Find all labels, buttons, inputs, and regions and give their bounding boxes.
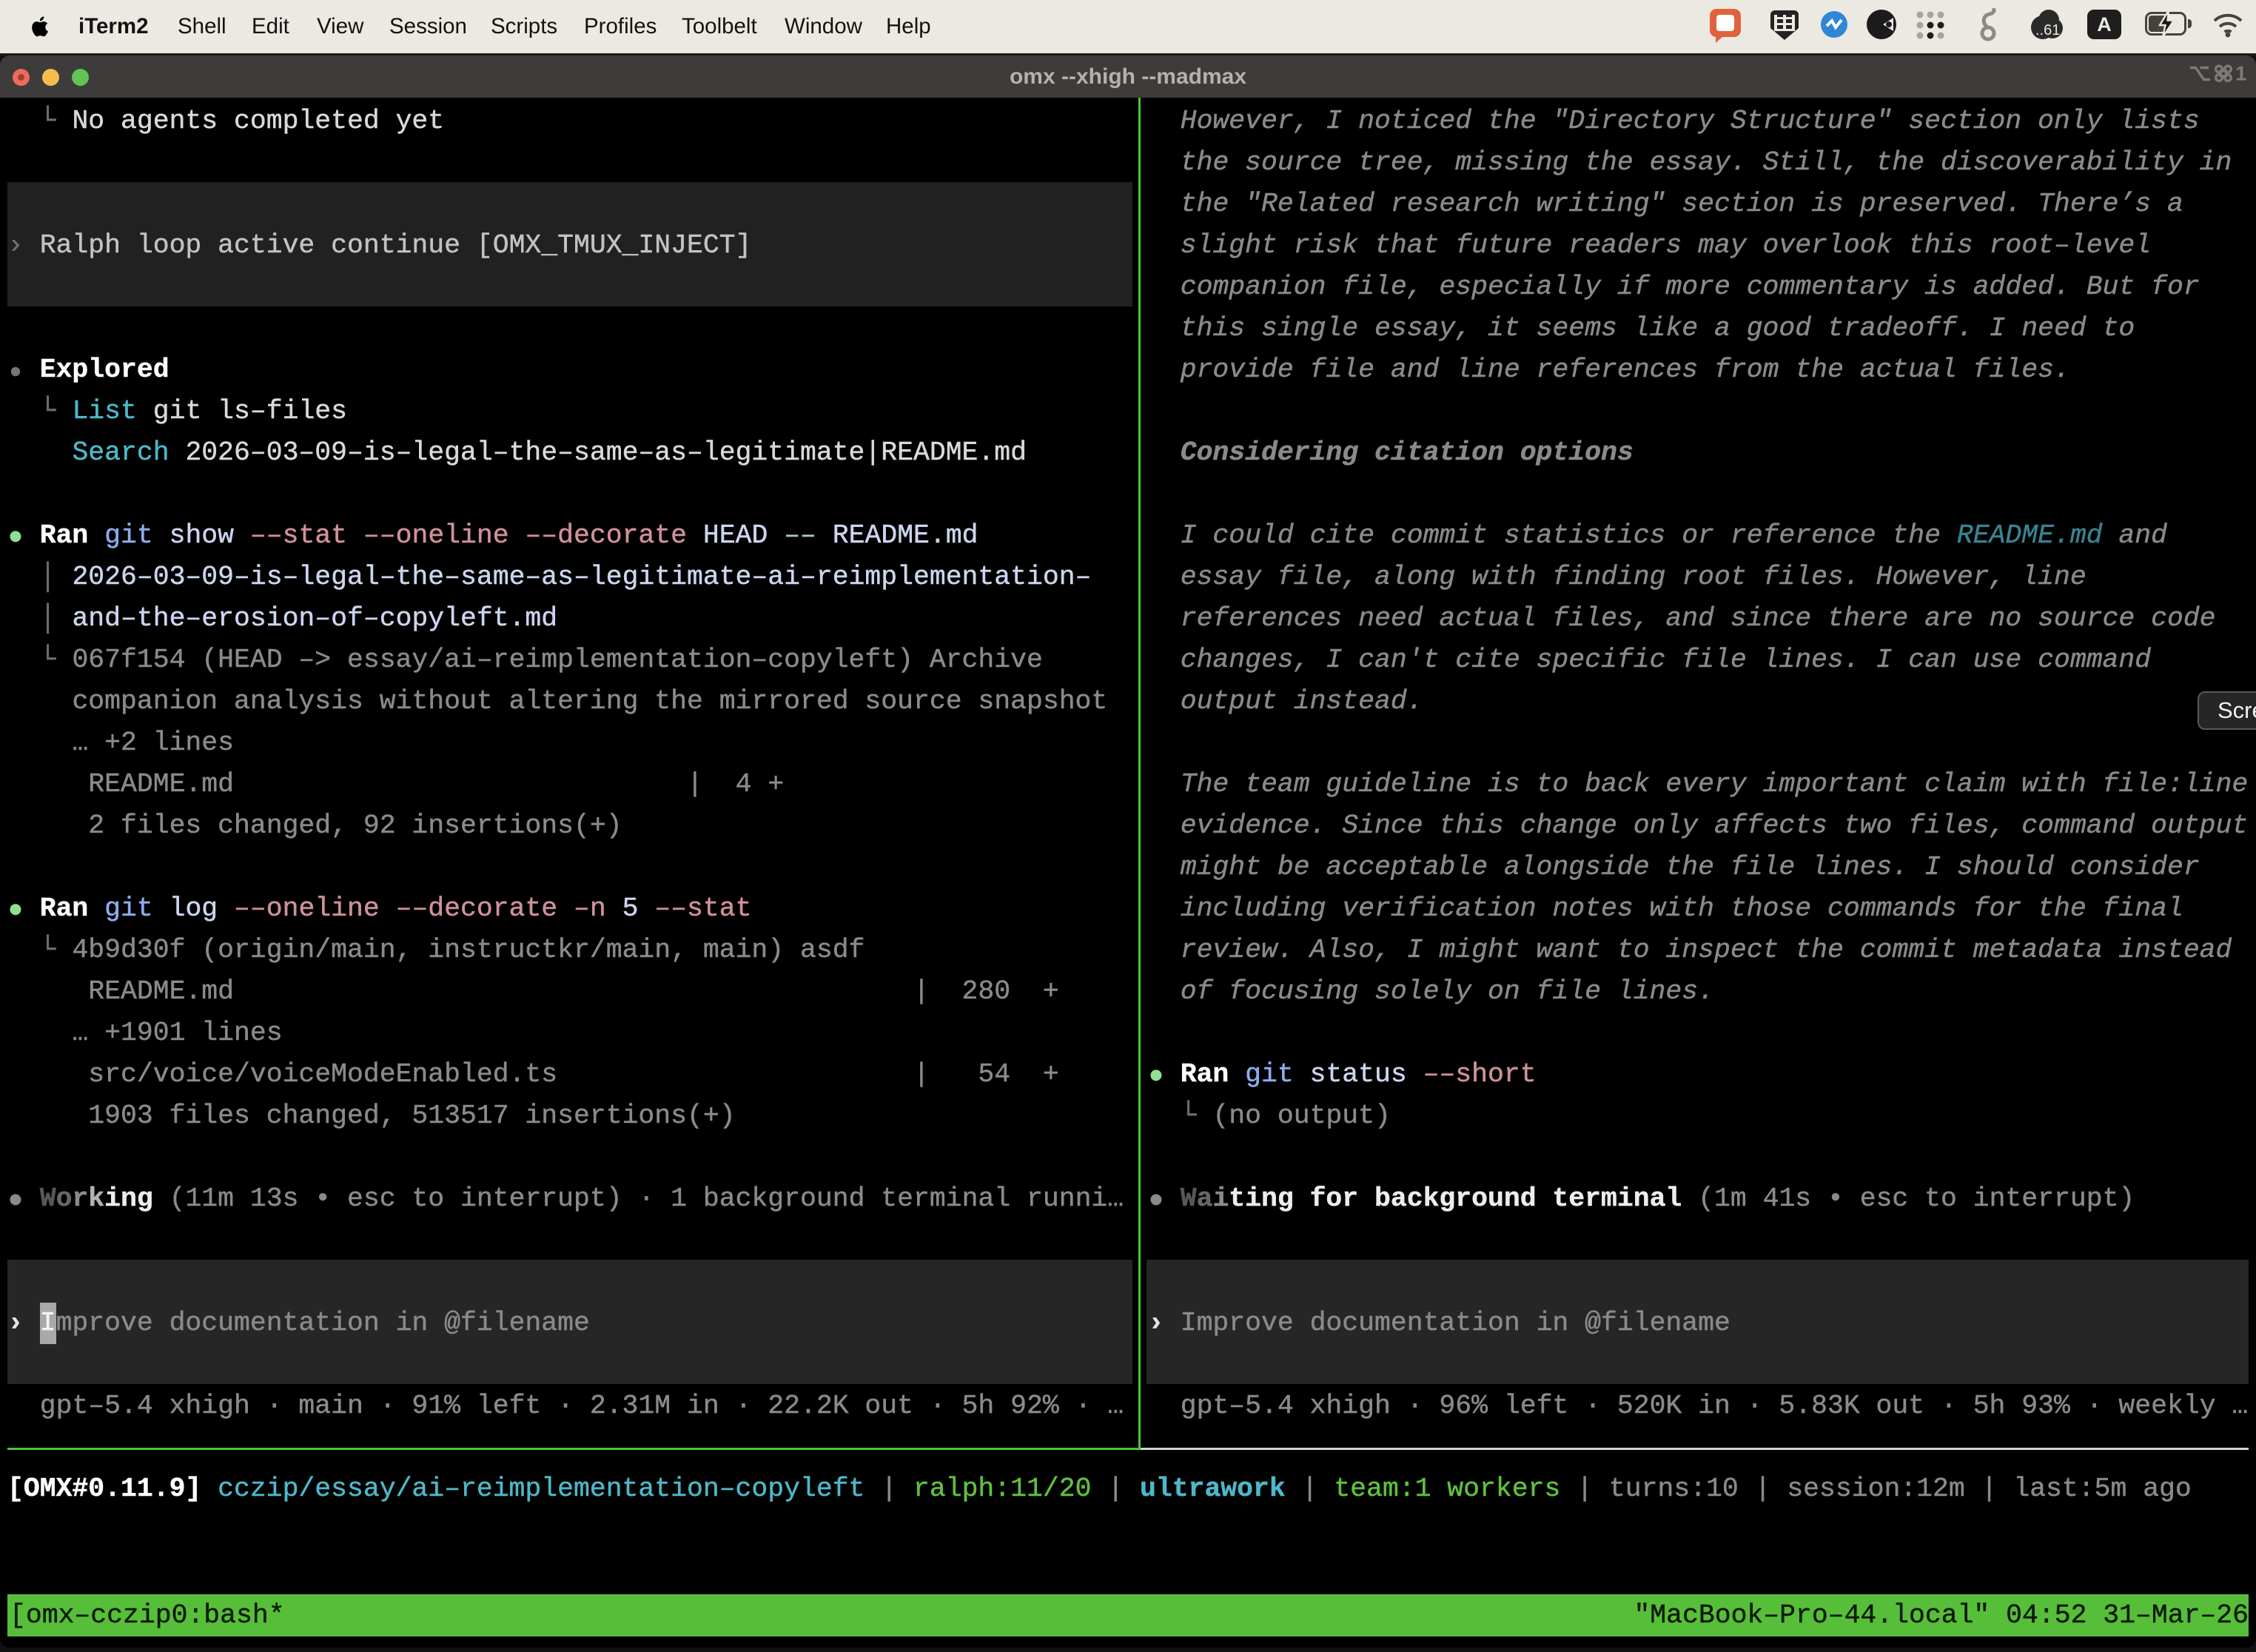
svg-text:..61: ..61 <box>2035 22 2060 38</box>
svg-text:1: 1 <box>2235 62 2247 85</box>
